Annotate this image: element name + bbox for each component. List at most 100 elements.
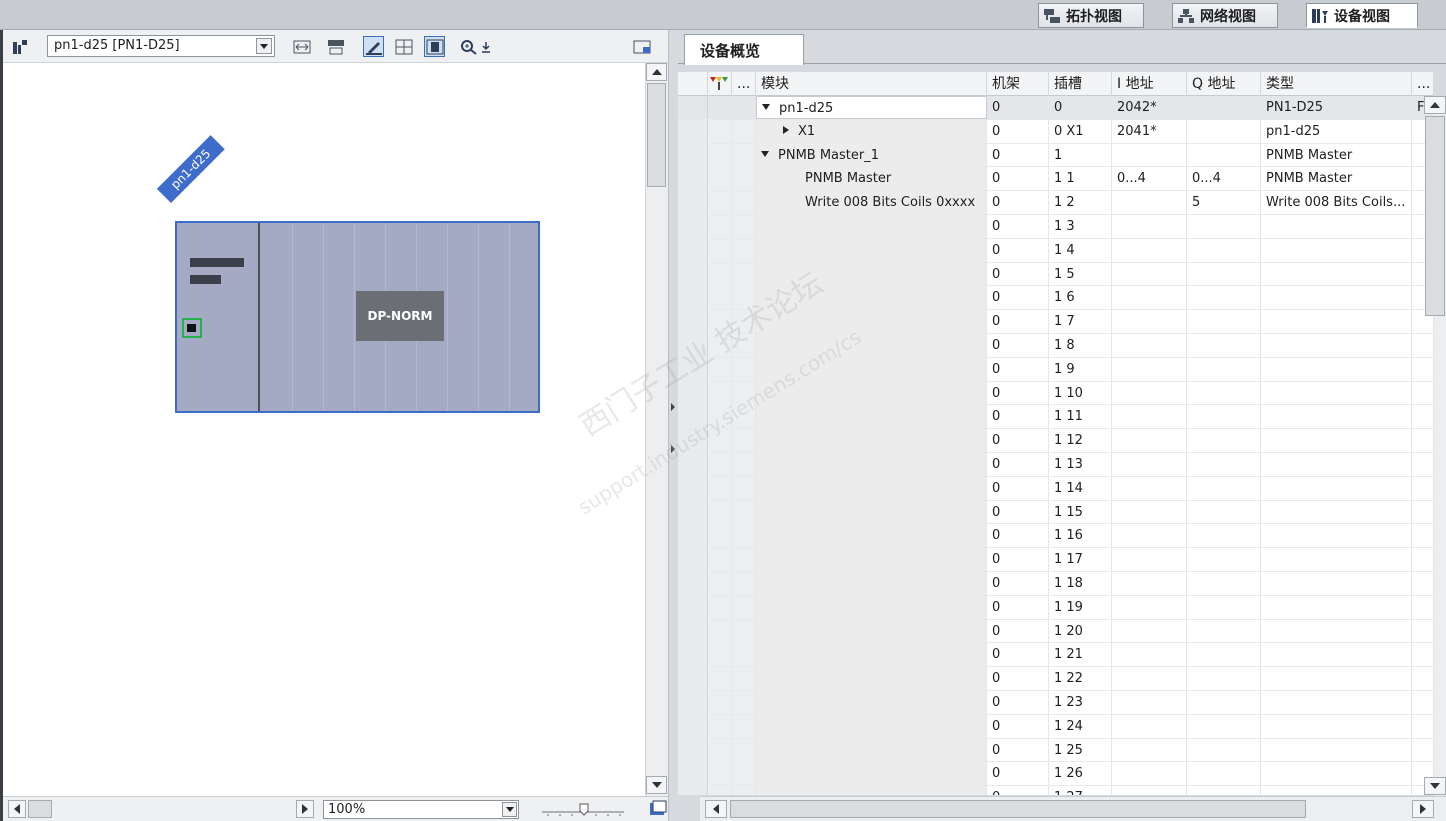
device-tree-button[interactable] [9,36,30,57]
q-address-cell[interactable] [1187,453,1261,476]
module-cell[interactable] [756,476,987,500]
row-selector[interactable] [678,643,708,667]
module-cell[interactable]: Write 008 Bits Coils 0xxxx [756,191,987,215]
type-cell[interactable]: PNMB Master [1261,167,1412,191]
scroll-up-button[interactable] [646,63,667,81]
slot-cell[interactable]: 1 10 [1049,381,1112,405]
header-i-address[interactable]: I 地址 [1112,72,1187,96]
table-row[interactable]: 01 18 [678,572,1434,596]
extra-cell[interactable] [1412,405,1434,429]
q-address-cell[interactable] [1187,595,1261,619]
table-row[interactable]: 01 6 [678,286,1434,311]
table-row[interactable]: pn1-d25 0 0 2042* PN1-D25 F [678,96,1434,120]
table-row[interactable]: 01 22 [678,667,1434,691]
i-address-cell[interactable] [1112,548,1187,572]
row-selector[interactable] [678,381,708,405]
header-extra[interactable]: ... [1412,72,1434,96]
type-cell[interactable] [1261,381,1412,405]
rack-cell[interactable]: 0 [987,238,1049,262]
module-cell[interactable] [756,286,987,310]
extra-cell[interactable] [1412,429,1434,453]
extra-cell[interactable] [1412,548,1434,572]
module-cell[interactable] [756,691,987,714]
extra-cell[interactable] [1412,738,1434,762]
type-cell[interactable] [1261,453,1412,476]
slot-cell[interactable]: 1 11 [1049,405,1112,429]
type-cell[interactable] [1261,667,1412,691]
i-address-cell[interactable]: 2042* [1112,96,1187,119]
type-cell[interactable] [1261,619,1412,643]
rack-cell[interactable]: 0 [987,595,1049,619]
type-cell[interactable] [1261,429,1412,453]
row-selector[interactable] [678,667,708,691]
table-horizontal-scrollbar[interactable] [700,796,1446,821]
grid-button[interactable] [393,36,414,57]
module-cell[interactable] [756,262,987,286]
zoom-slider[interactable] [540,801,626,817]
i-address-cell[interactable] [1112,453,1187,476]
device-canvas[interactable]: pn1-d25 DP-NORM [3,63,645,796]
i-address-cell[interactable] [1112,595,1187,619]
q-address-cell[interactable] [1187,762,1261,786]
i-address-cell[interactable] [1112,334,1187,357]
row-selector[interactable] [678,96,708,119]
rack-cell[interactable]: 0 [987,524,1049,548]
i-address-cell[interactable] [1112,500,1187,524]
module-cell[interactable] [756,714,987,738]
q-address-cell[interactable] [1187,215,1261,238]
q-address-cell[interactable] [1187,357,1261,381]
expanded-triangle-icon[interactable] [761,150,769,157]
slot-cell[interactable]: 0 X1 [1049,119,1112,143]
slot-cell[interactable]: 1 12 [1049,429,1112,453]
slot-cell[interactable]: 1 1 [1049,167,1112,191]
i-address-cell[interactable] [1112,405,1187,429]
row-selector[interactable] [678,334,708,357]
rack-cell[interactable]: 0 [987,381,1049,405]
type-cell[interactable] [1261,215,1412,238]
rack-cell[interactable]: 0 [987,191,1049,215]
i-address-cell[interactable] [1112,262,1187,286]
slot-cell[interactable]: 1 5 [1049,262,1112,286]
rack-cell[interactable]: 0 [987,714,1049,738]
slot-cell[interactable]: 1 14 [1049,476,1112,500]
q-address-cell[interactable] [1187,524,1261,548]
table-row[interactable]: 01 24 [678,714,1434,739]
extra-cell[interactable] [1412,334,1434,357]
scroll-right-button[interactable] [296,800,314,818]
rack-cell[interactable]: 0 [987,572,1049,595]
slot-cell[interactable]: 1 21 [1049,643,1112,667]
module-cell[interactable]: PNMB Master [756,167,987,191]
i-address-cell[interactable] [1112,191,1187,215]
extra-cell[interactable] [1412,453,1434,476]
overview-navigation-button[interactable] [649,800,667,818]
rack-cell[interactable]: 0 [987,357,1049,381]
table-row[interactable]: 01 16 [678,524,1434,549]
scroll-thumb[interactable] [647,83,666,187]
module-cell[interactable] [756,357,987,381]
horizontal-scroll-thumb[interactable] [730,800,1306,818]
q-address-cell[interactable] [1187,310,1261,334]
extra-cell[interactable] [1412,667,1434,691]
slot-cell[interactable]: 1 16 [1049,524,1112,548]
i-address-cell[interactable] [1112,310,1187,334]
row-selector[interactable] [678,215,708,238]
module-cell[interactable] [756,667,987,691]
rack-cell[interactable]: 0 [987,738,1049,762]
type-cell[interactable] [1261,595,1412,619]
expanded-triangle-icon[interactable] [762,104,770,110]
table-row[interactable]: 01 21 [678,643,1434,668]
type-cell[interactable]: PN1-D25 [1261,96,1412,119]
panel-splitter[interactable] [668,30,678,821]
table-vertical-scrollbar[interactable] [1424,96,1446,796]
module-cell[interactable] [756,215,987,238]
slot-cell[interactable]: 1 6 [1049,286,1112,310]
row-selector[interactable] [678,786,708,795]
module-cell[interactable]: PNMB Master_1 [756,143,987,167]
scroll-right-button[interactable] [1412,800,1434,818]
slot-cell[interactable]: 1 3 [1049,215,1112,238]
type-cell[interactable]: Write 008 Bits Coils... [1261,191,1412,215]
type-cell[interactable] [1261,643,1412,667]
filter-icon[interactable] [708,72,732,96]
i-address-cell[interactable] [1112,643,1187,667]
row-selector[interactable] [678,524,708,548]
